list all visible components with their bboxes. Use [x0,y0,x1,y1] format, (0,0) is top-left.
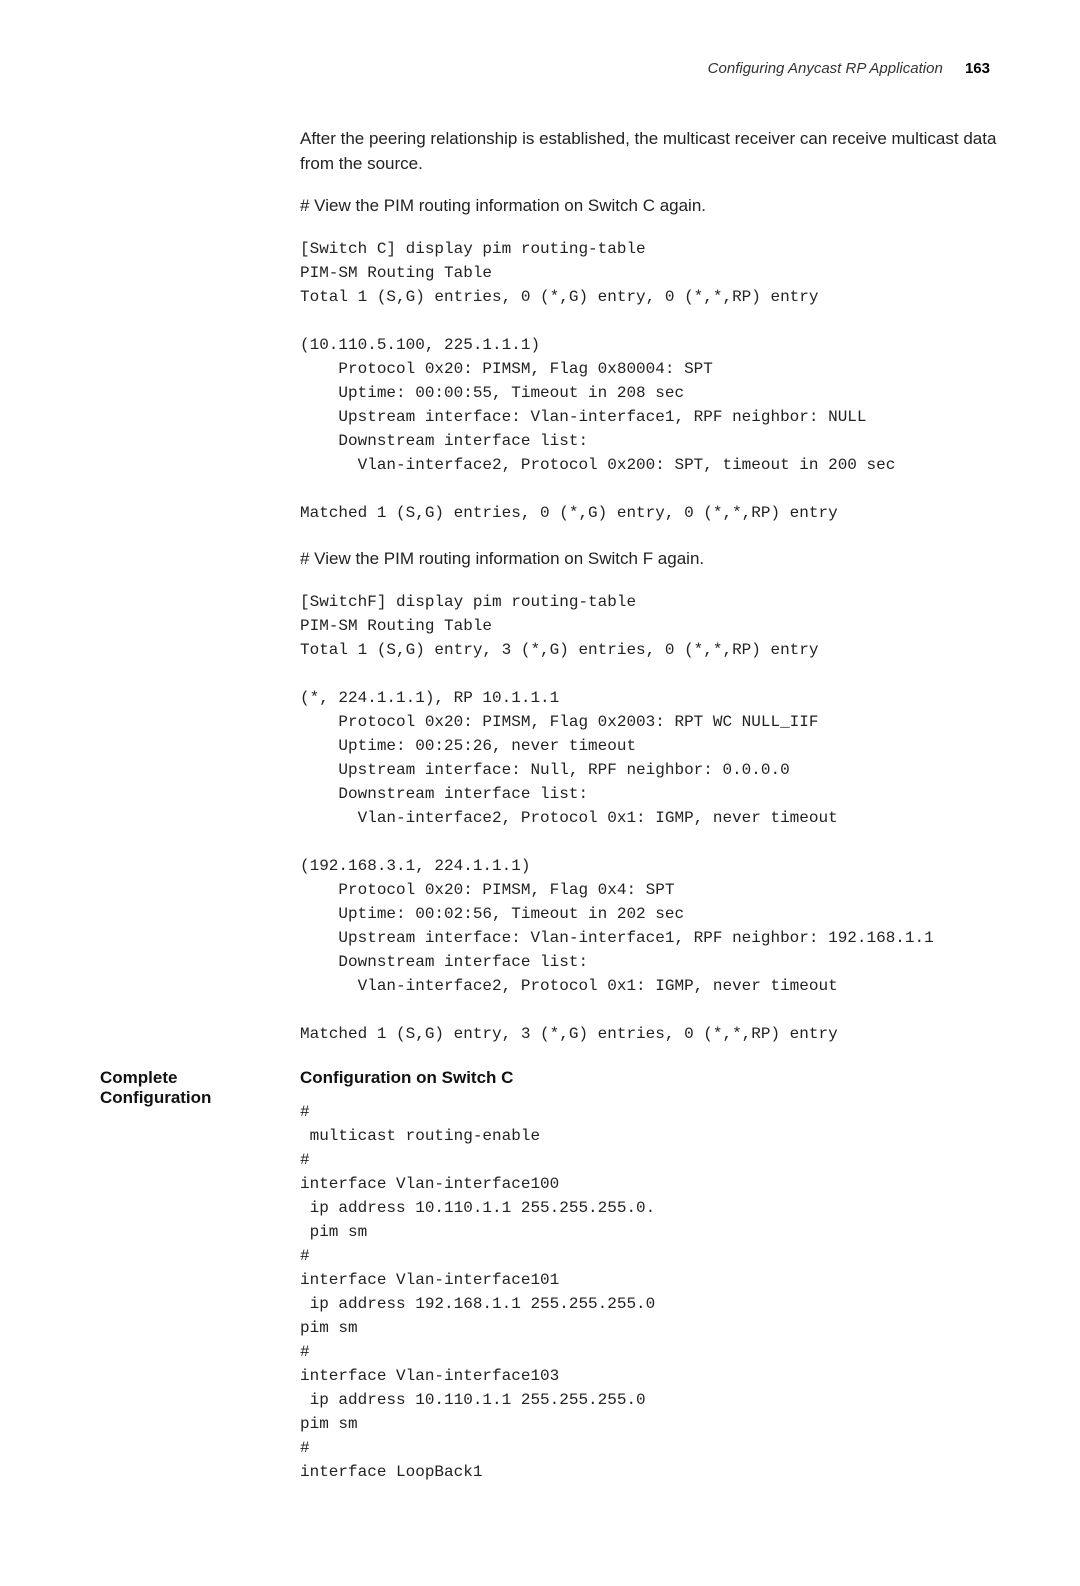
main-column: After the peering relationship is establ… [300,127,1010,1046]
intro-paragraph: After the peering relationship is establ… [300,127,1010,176]
complete-configuration-body: Configuration on Switch C # multicast ro… [300,1068,1010,1506]
view-switch-f-paragraph: # View the PIM routing information on Sw… [300,547,1010,572]
subsection-heading-switch-c: Configuration on Switch C [300,1068,1010,1088]
running-header: Configuring Anycast RP Application 163 [100,60,1010,77]
page: Configuring Anycast RP Application 163 A… [0,0,1080,1586]
view-switch-c-paragraph: # View the PIM routing information on Sw… [300,194,1010,219]
header-page-number: 163 [965,60,990,77]
complete-configuration-row: Complete Configuration Configuration on … [100,1068,1010,1506]
terminal-output-switch-c: [Switch C] display pim routing-table PIM… [300,237,1010,525]
side-heading-complete-configuration: Complete Configuration [100,1068,300,1108]
config-switch-c: # multicast routing-enable # interface V… [300,1100,1010,1484]
terminal-output-switch-f: [SwitchF] display pim routing-table PIM-… [300,590,1010,1046]
header-section-title: Configuring Anycast RP Application [708,60,943,77]
